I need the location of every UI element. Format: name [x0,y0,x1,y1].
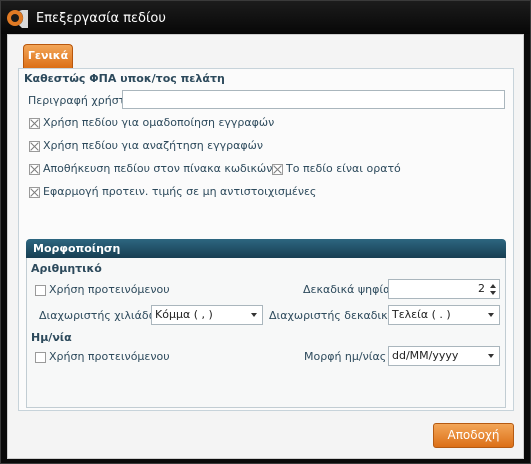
app-logo-icon [7,10,28,28]
decimals-label: Δεκαδικά ψηφία [303,283,391,296]
date-use-default-label: Χρήση προτεινόμενου [49,350,170,363]
decrement-arrow-icon[interactable] [490,291,496,295]
search-checkbox[interactable] [29,141,40,152]
group-by-label: Χρήση πεδίου για ομαδοποίηση εγγραφών [43,116,275,129]
formatting-group-header: Μορφοποίηση [26,239,506,258]
user-description-label: Περιγραφή χρήστη [28,94,133,107]
apply-default-checkbox[interactable] [29,187,40,198]
decimal-sep-label: Διαχωριστής δεκαδικών [269,309,403,322]
thousands-sep-label: Διαχωριστής χιλιάδων [39,309,164,322]
store-in-codes-label: Αποθήκευση πεδίου στον πίνακα κωδικών [43,162,273,175]
decimals-value: 2 [478,282,485,295]
accept-button[interactable]: Αποδοχή [433,423,514,448]
tab-general[interactable]: Γενικά [23,44,73,68]
numeric-heading: Αριθμητικό [31,262,102,275]
date-heading: Ημ/νία [31,331,72,344]
dialog-content: Γενικά Καθεστώς ΦΠΑ υποκ/τος πελάτη Περι… [7,34,524,459]
title-bar[interactable]: Επεξεργασία πεδίου [1,1,530,34]
chevron-down-icon [488,313,494,317]
date-format-select[interactable]: dd/MM/yyyy [388,346,500,366]
chevron-down-icon [488,354,494,358]
apply-default-label: Εφαρμογή προτειν. τιμής σε μη αντιστοιχι… [43,185,317,198]
group-by-checkbox[interactable] [29,118,40,129]
date-format-label: Μορφή ημ/νίας [304,350,387,363]
dialog-window: Επεξεργασία πεδίου Γενικά Καθεστώς ΦΠΑ υ… [0,0,531,464]
decimal-sep-value: Τελεία ( . ) [392,308,451,321]
numeric-use-default-checkbox[interactable] [35,285,46,296]
decimal-sep-select[interactable]: Τελεία ( . ) [388,305,500,325]
visible-label: Το πεδίο είναι ορατό [286,162,401,175]
thousands-sep-select[interactable]: Κόμμα ( , ) [151,305,263,325]
store-in-codes-checkbox[interactable] [29,164,40,175]
field-name-heading: Καθεστώς ΦΠΑ υποκ/τος πελάτη [24,72,225,85]
user-description-input[interactable] [122,90,505,109]
visible-checkbox[interactable] [272,164,283,175]
increment-arrow-icon[interactable] [490,284,496,288]
window-title: Επεξεργασία πεδίου [36,11,166,26]
formatting-group: Αριθμητικό Χρήση προτεινόμενου Δεκαδικά … [26,258,506,408]
date-format-value: dd/MM/yyyy [392,349,459,362]
numeric-use-default-label: Χρήση προτεινόμενου [49,283,170,296]
decimals-stepper[interactable]: 2 [388,279,500,299]
chevron-down-icon [251,313,257,317]
general-tab-panel: Καθεστώς ΦΠΑ υποκ/τος πελάτη Περιγραφή χ… [18,68,514,411]
thousands-sep-value: Κόμμα ( , ) [155,308,213,321]
search-label: Χρήση πεδίου για αναζήτηση εγγραφών [43,139,263,152]
date-use-default-checkbox[interactable] [35,352,46,363]
